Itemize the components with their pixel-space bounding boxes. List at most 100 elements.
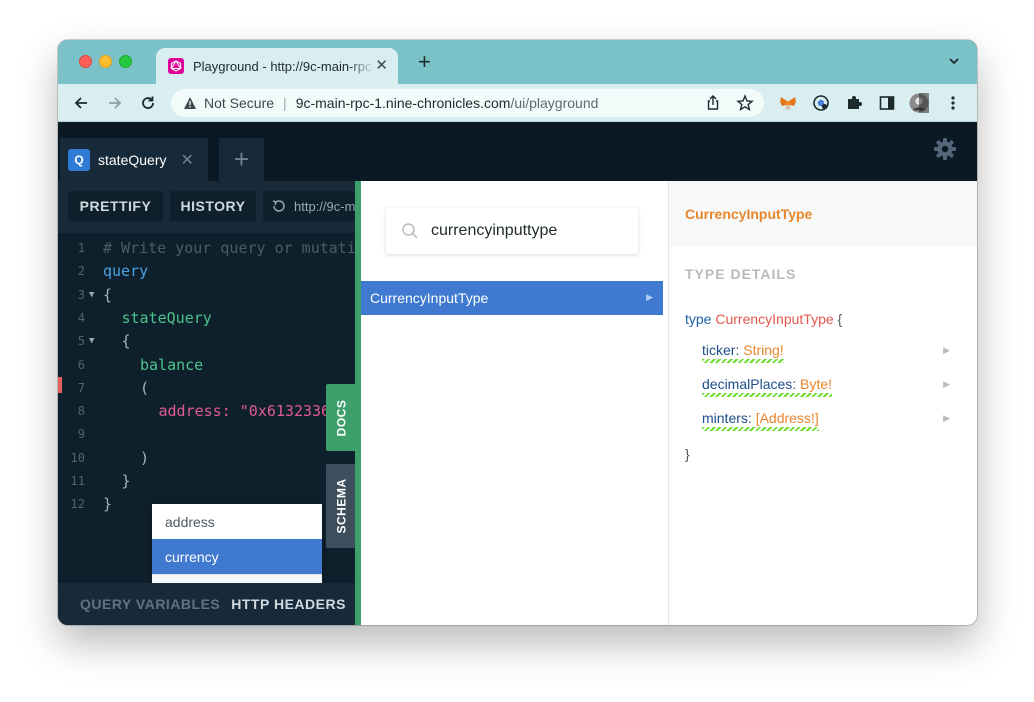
autocomplete-item-address[interactable]: address — [152, 504, 322, 539]
query-variables-tab[interactable]: QUERY VARIABLES — [80, 596, 220, 612]
type-field-decimalplaces[interactable]: decimalPlaces: Byte! ▶ — [702, 376, 962, 397]
bottom-panel-bar: QUERY VARIABLES HTTP HEADERS — [58, 583, 358, 625]
http-headers-tab[interactable]: HTTP HEADERS — [231, 596, 346, 612]
back-icon[interactable] — [71, 93, 91, 113]
docs-side-tab[interactable]: DOCS — [326, 384, 357, 451]
extension-icon[interactable] — [811, 93, 831, 113]
fold-arrow-icon[interactable]: ▼ — [89, 330, 94, 353]
type-name[interactable]: CurrencyInputType — [715, 311, 833, 327]
graphql-favicon-icon — [168, 58, 184, 74]
close-window-button[interactable] — [79, 55, 92, 68]
field-colon: : — [747, 410, 756, 426]
field-type[interactable]: Byte! — [800, 376, 832, 392]
field-name: ticker — [702, 342, 736, 358]
new-tab-button[interactable]: + — [418, 51, 431, 73]
editor-line: 4 stateQuery — [58, 307, 358, 330]
gear-icon[interactable] — [933, 137, 957, 166]
editor-line: 3 ▼ { — [58, 284, 358, 307]
line-number: 7 — [77, 380, 85, 395]
tab-close-icon[interactable]: ✕ — [375, 58, 388, 74]
reload-icon[interactable] — [138, 93, 158, 113]
code-token: { — [103, 285, 113, 304]
share-icon[interactable] — [704, 94, 722, 112]
avatar[interactable] — [909, 93, 929, 113]
fold-arrow-icon[interactable]: ▼ — [89, 284, 94, 307]
puzzle-icon[interactable] — [844, 93, 864, 113]
code-token: } — [121, 472, 131, 490]
tab-strip: Playground - http://9c-main-rpc-1.nine-c… — [58, 40, 977, 84]
line-number: 9 — [77, 427, 85, 442]
graphql-playground: Q stateQuery ✕ + PRETTIFY HISTORY http:/… — [58, 123, 977, 625]
type-details-heading: TYPE DETAILS — [685, 266, 797, 282]
code-token: } — [103, 495, 113, 514]
tab-statequery[interactable]: Q stateQuery ✕ — [60, 138, 208, 181]
line-number: 4 — [77, 310, 85, 325]
code-token: balance — [140, 355, 204, 374]
search-result-item[interactable]: CurrencyInputType ▶ — [361, 281, 663, 315]
line-number: 1 — [77, 241, 85, 255]
schema-tab-label: SCHEMA — [334, 478, 349, 534]
field-type[interactable]: String! — [743, 342, 783, 358]
warning-icon — [184, 97, 196, 109]
code-token: stateQuery — [121, 308, 212, 327]
search-icon — [402, 223, 418, 239]
search-result-label: CurrencyInputType — [370, 290, 489, 306]
lint-underline — [702, 393, 832, 397]
zoom-window-button[interactable] — [119, 55, 132, 68]
code-token: { — [121, 332, 131, 351]
chevron-right-icon: ▶ — [943, 379, 950, 389]
line-number: 6 — [77, 357, 85, 372]
code-token: # Write your query or mutation here — [103, 239, 358, 257]
type-field-ticker[interactable]: ticker: String! ▶ — [702, 342, 962, 363]
code-token: query — [103, 262, 149, 281]
line-number: 5 — [77, 334, 85, 349]
browser-tab-playground[interactable]: Playground - http://9c-main-rpc-1.nine-c… — [156, 48, 398, 84]
metamask-icon[interactable] — [778, 93, 798, 113]
type-field-minters[interactable]: minters: [Address!] ▶ — [702, 410, 962, 431]
editor-line: 5 ▼ { — [58, 330, 358, 353]
url-path: /ui/playground — [510, 95, 599, 111]
line-number: 3 — [77, 287, 85, 302]
history-button[interactable]: HISTORY — [170, 191, 256, 221]
code-token: address — [158, 402, 222, 421]
url-host: 9c-main-rpc-1.nine-chronicles.com — [295, 95, 511, 111]
kebab-menu-icon[interactable] — [943, 93, 963, 113]
autocomplete-item-currency[interactable]: currency — [152, 539, 322, 574]
security-label[interactable]: Not Secure — [204, 95, 274, 111]
forward-icon[interactable] — [105, 93, 125, 113]
field-name: decimalPlaces — [702, 376, 793, 392]
line-number: 10 — [70, 450, 85, 465]
lint-underline — [702, 427, 819, 431]
close-tab-icon[interactable]: ✕ — [180, 150, 193, 170]
line-number: 2 — [77, 264, 85, 279]
minimize-window-button[interactable] — [99, 55, 112, 68]
type-keyword: type — [685, 311, 712, 327]
schema-side-tab[interactable]: SCHEMA — [326, 464, 357, 548]
editor-line: 1 # Write your query or mutation here — [58, 237, 358, 260]
chevron-down-icon[interactable] — [947, 54, 961, 73]
field-type[interactable]: [Address!] — [756, 410, 819, 426]
chevron-right-icon: ▶ — [943, 413, 950, 423]
line-number: 11 — [70, 474, 85, 488]
editor-line: 6 balance — [58, 354, 358, 377]
chevron-right-icon: ▶ — [646, 292, 653, 302]
type-details-column: CurrencyInputType TYPE DETAILS type Curr… — [669, 181, 977, 625]
line-number: 12 — [70, 497, 85, 512]
field-name: minters — [702, 410, 748, 426]
star-icon[interactable] — [736, 94, 754, 112]
prettify-button[interactable]: PRETTIFY — [68, 191, 163, 221]
editor-line: 10) — [58, 447, 358, 470]
editor-line: 8address: "0x6132336F1D4E5D5C7D95" — [58, 400, 358, 423]
field-colon: : — [792, 376, 801, 392]
browser-tab-title: Playground - http://9c-main-rpc-1.nine-c… — [193, 58, 375, 74]
address-bar[interactable]: Not Secure | 9c-main-rpc-1.nine-chronicl… — [171, 89, 764, 117]
sidepanel-icon[interactable] — [877, 93, 897, 113]
docs-panel: currencyinputtype CurrencyInputType ▶ Cu… — [355, 181, 977, 625]
add-tab-button[interactable]: + — [219, 138, 264, 181]
docs-search-input[interactable]: currencyinputtype — [386, 208, 638, 254]
browser-toolbar: Not Secure | 9c-main-rpc-1.nine-chronicl… — [58, 84, 977, 122]
history-icon — [272, 200, 285, 212]
open-brace: { — [837, 311, 843, 327]
code-token: ) — [140, 448, 150, 467]
type-declaration: type CurrencyInputType { — [685, 311, 842, 327]
